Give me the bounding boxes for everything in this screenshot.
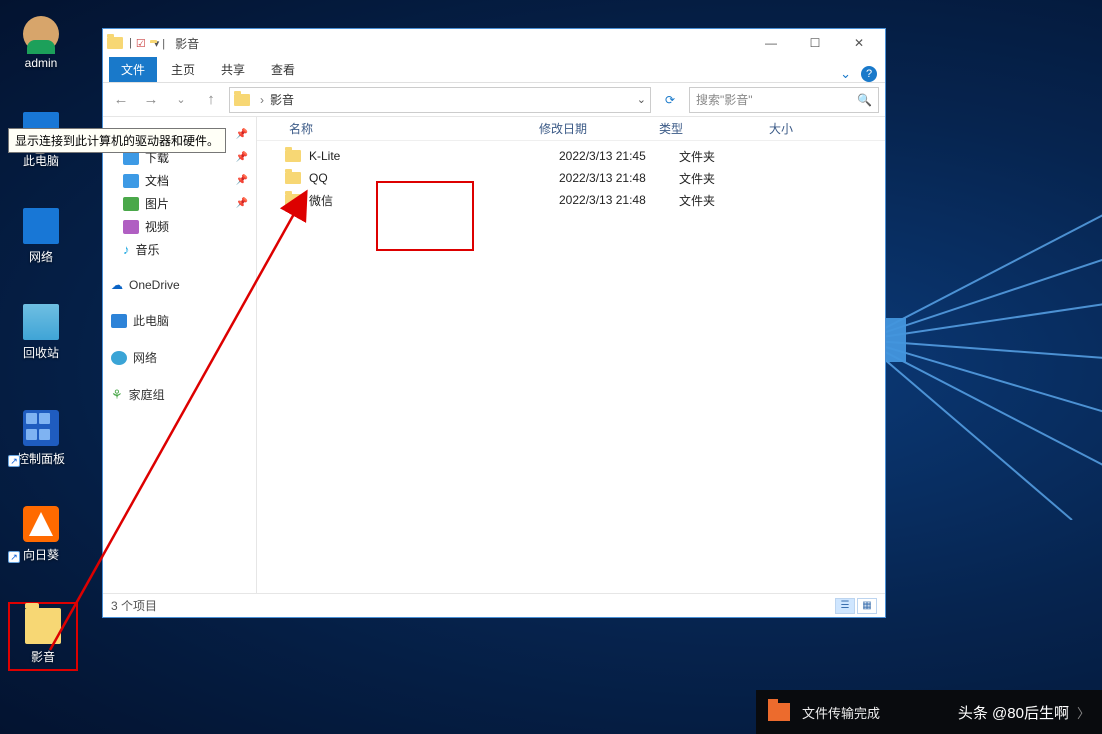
nav-item-label: 网络: [133, 349, 157, 366]
search-icon: 🔍: [857, 93, 872, 107]
window-title: 影音: [175, 35, 199, 52]
nav-item-label: 家庭组: [129, 386, 165, 403]
nav-item-music[interactable]: ♪音乐: [103, 238, 256, 261]
minimize-button[interactable]: —: [749, 29, 793, 57]
tab-home[interactable]: 主页: [159, 57, 207, 82]
tooltip: 显示连接到此计算机的驱动器和硬件。: [8, 128, 226, 153]
nav-item-documents[interactable]: 文档 📌: [103, 169, 256, 192]
cell-date: 2022/3/13 21:48: [559, 171, 679, 185]
desktop-icon-control-panel[interactable]: ↗ 控制面板: [8, 410, 74, 467]
cell-name: K-Lite: [309, 149, 559, 163]
desktop-icon-network[interactable]: 网络: [8, 208, 74, 265]
desktop-icon-sunlogin[interactable]: ↗ 向日葵: [8, 506, 74, 563]
window-icon: [107, 37, 123, 49]
chevron-right-icon[interactable]: 〉: [1077, 703, 1090, 722]
nav-recent-button[interactable]: ⌄: [169, 88, 193, 112]
ribbon-expand-icon[interactable]: ⌄: [840, 66, 851, 82]
desktop-icon-label: 网络: [8, 248, 74, 265]
breadcrumb[interactable]: › 影音 ⌄: [229, 87, 651, 113]
cell-date: 2022/3/13 21:48: [559, 193, 679, 207]
nav-forward-button[interactable]: →: [139, 88, 163, 112]
shortcut-arrow-icon: ↗: [8, 551, 20, 563]
tab-share[interactable]: 共享: [209, 57, 257, 82]
breadcrumb-location[interactable]: 影音: [270, 91, 294, 108]
desktop-icon-media-folder[interactable]: 影音: [8, 602, 78, 671]
search-input[interactable]: 搜索"影音" 🔍: [689, 87, 879, 113]
nav-item-videos[interactable]: 视频: [103, 215, 256, 238]
tab-file[interactable]: 文件: [109, 57, 157, 82]
qat-check-icon[interactable]: ☑: [136, 37, 146, 50]
chevron-down-icon[interactable]: ⌄: [637, 93, 646, 106]
file-list: 名称 修改日期 类型 大小 K-Lite 2022/3/13 21:45 文件夹…: [257, 117, 885, 593]
notification-folder-icon: [768, 703, 790, 721]
nav-item-homegroup[interactable]: ⚘家庭组: [103, 383, 256, 406]
view-icons-button[interactable]: ▦: [857, 598, 877, 614]
shortcut-arrow-icon: ↗: [8, 455, 20, 467]
notification-bar[interactable]: 文件传输完成 头条 @80后生啊 〉: [756, 690, 1102, 734]
notification-text: 文件传输完成: [802, 703, 880, 722]
tab-view[interactable]: 查看: [259, 57, 307, 82]
cell-name: 微信: [309, 192, 559, 209]
ribbon-tabs: 文件 主页 共享 查看 ⌄ ?: [103, 57, 885, 83]
address-bar: ← → ⌄ ↑ › 影音 ⌄ ⟳ 搜索"影音" 🔍: [103, 83, 885, 117]
desktop-icon-recycle-bin[interactable]: 回收站: [8, 304, 74, 361]
cell-name: QQ: [309, 171, 559, 185]
column-date[interactable]: 修改日期: [535, 120, 655, 137]
navigation-pane: 桌面📌 下载📌 文档📌 图片📌 视频 ♪音乐 ☁OneDrive 此电脑 网络 …: [103, 117, 257, 593]
nav-item-pictures[interactable]: 图片 📌: [103, 192, 256, 215]
refresh-button[interactable]: ⟳: [657, 87, 683, 113]
search-placeholder: 搜索"影音": [696, 91, 753, 108]
nav-item-label: 此电脑: [133, 312, 169, 329]
pin-icon: 📌: [236, 198, 248, 209]
pin-icon: 📌: [236, 129, 248, 140]
status-bar: 3 个项目 ☰ ▦: [103, 593, 885, 617]
status-text: 3 个项目: [111, 597, 157, 614]
table-row[interactable]: QQ 2022/3/13 21:48 文件夹: [257, 167, 885, 189]
qat-dropdown-icon[interactable]: ▾ |: [154, 37, 165, 50]
titlebar[interactable]: | ☑ ▾ | 影音 — ☐ ✕: [103, 29, 885, 57]
cell-date: 2022/3/13 21:45: [559, 149, 679, 163]
nav-item-onedrive[interactable]: ☁OneDrive: [103, 275, 256, 295]
column-headers: 名称 修改日期 类型 大小: [257, 117, 885, 141]
explorer-window: | ☑ ▾ | 影音 — ☐ ✕ 文件 主页 共享 查看 ⌄ ? ← → ⌄ ↑…: [102, 28, 886, 618]
nav-item-label: 音乐: [136, 241, 160, 258]
nav-item-this-pc[interactable]: 此电脑: [103, 309, 256, 332]
nav-item-label: 文档: [145, 172, 169, 189]
desktop-icon-label: admin: [8, 56, 74, 70]
qat-separator: |: [129, 37, 132, 49]
column-type[interactable]: 类型: [655, 120, 765, 137]
close-button[interactable]: ✕: [837, 29, 881, 57]
notification-brand: 头条 @80后生啊: [958, 702, 1069, 723]
table-row[interactable]: K-Lite 2022/3/13 21:45 文件夹: [257, 145, 885, 167]
nav-item-label: 视频: [145, 218, 169, 235]
nav-up-button[interactable]: ↑: [199, 88, 223, 112]
pin-icon: 📌: [236, 152, 248, 163]
cell-type: 文件夹: [679, 192, 789, 209]
cell-type: 文件夹: [679, 148, 789, 165]
view-details-button[interactable]: ☰: [835, 598, 855, 614]
maximize-button[interactable]: ☐: [793, 29, 837, 57]
chevron-right-icon: ›: [260, 93, 264, 107]
desktop-icon-admin[interactable]: admin: [8, 16, 74, 70]
folder-icon: [285, 194, 301, 206]
column-name[interactable]: 名称: [285, 120, 535, 137]
cell-type: 文件夹: [679, 170, 789, 187]
pin-icon: 📌: [236, 175, 248, 186]
table-row[interactable]: 微信 2022/3/13 21:48 文件夹: [257, 189, 885, 211]
path-folder-icon: [234, 94, 250, 106]
nav-item-network[interactable]: 网络: [103, 346, 256, 369]
nav-back-button[interactable]: ←: [109, 88, 133, 112]
folder-icon: [285, 172, 301, 184]
folder-icon: [285, 150, 301, 162]
nav-item-label: 图片: [145, 195, 169, 212]
nav-item-label: OneDrive: [129, 278, 180, 292]
desktop-icon-label: 此电脑: [8, 152, 74, 169]
desktop-icon-label: 影音: [14, 648, 72, 665]
column-size[interactable]: 大小: [765, 120, 845, 137]
help-icon[interactable]: ?: [861, 66, 877, 82]
desktop-icon-label: 回收站: [8, 344, 74, 361]
